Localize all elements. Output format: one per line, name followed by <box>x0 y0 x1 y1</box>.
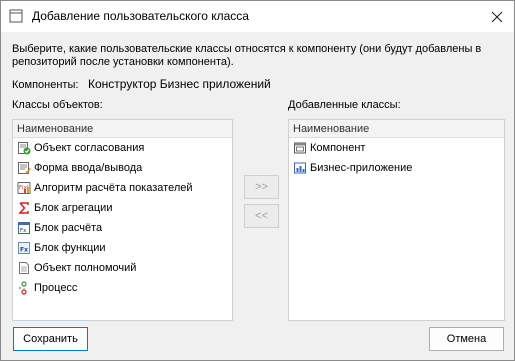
list-item-business-app[interactable]: Бизнес-приложение <box>289 158 504 178</box>
dialog-window: Добавление пользовательского класса Выбе… <box>0 0 515 361</box>
list-item-approval-object[interactable]: Объект согласования <box>13 138 232 158</box>
function-block-icon: Fx <box>17 241 31 255</box>
process-icon <box>17 281 31 295</box>
cancel-button[interactable]: Отмена <box>429 327 504 351</box>
list-item-calc-block[interactable]: Fx Блок расчёта <box>13 218 232 238</box>
list-item-label: Объект согласования <box>34 142 145 154</box>
list-item-aggregation-block[interactable]: Блок агрегации <box>13 198 232 218</box>
window-title: Добавление пользовательского класса <box>32 9 249 23</box>
list-item-label: Блок функции <box>34 242 106 254</box>
add-button[interactable]: >> <box>244 175 279 199</box>
business-app-icon <box>293 161 307 175</box>
remove-button[interactable]: << <box>244 204 279 228</box>
list-item-label: Объект полномочий <box>34 262 137 274</box>
list-item-label: Процесс <box>34 282 78 294</box>
list-item-component[interactable]: Компонент <box>289 138 504 158</box>
sigma-icon <box>17 201 31 215</box>
svg-text:Fx: Fx <box>20 247 28 254</box>
list-item-label: Блок агрегации <box>34 202 113 214</box>
list-header-name[interactable]: Наименование <box>13 120 232 138</box>
calc-algorithm-icon: F(x) <box>17 181 31 195</box>
close-button[interactable] <box>480 1 514 32</box>
document-icon <box>17 261 31 275</box>
object-classes-list[interactable]: Наименование Объект согласования Форма в… <box>12 119 233 321</box>
list-item-calc-algorithm[interactable]: F(x) Алгоритм расчёта показателей <box>13 178 232 198</box>
list-header-name[interactable]: Наименование <box>289 120 504 138</box>
added-classes-caption: Добавленные классы: <box>288 99 401 111</box>
title-bar: Добавление пользовательского класса <box>1 1 514 32</box>
list-item-label: Форма ввода/вывода <box>34 162 143 174</box>
list-item-label: Блок расчёта <box>34 222 103 234</box>
close-icon <box>491 11 503 22</box>
description-text: Выберите, какие пользовательские классы … <box>12 43 482 68</box>
list-item-process[interactable]: Процесс <box>13 278 232 298</box>
save-button[interactable]: Сохранить <box>13 327 88 351</box>
component-row: Компоненты: Конструктор Бизнес приложени… <box>12 77 271 91</box>
component-icon <box>293 141 307 155</box>
component-label: Компоненты: <box>12 79 79 91</box>
list-item-function-block[interactable]: Fx Блок функции <box>13 238 232 258</box>
list-item-authority-object[interactable]: Объект полномочий <box>13 258 232 278</box>
added-classes-list[interactable]: Наименование Компонент Бизнес-приложение <box>288 119 505 321</box>
io-form-icon <box>17 161 31 175</box>
list-item-label: Компонент <box>310 142 366 154</box>
object-classes-caption: Классы объектов: <box>12 99 103 111</box>
calc-block-icon: Fx <box>17 221 31 235</box>
svg-text:Fx: Fx <box>20 228 27 234</box>
list-item-label: Алгоритм расчёта показателей <box>34 182 193 194</box>
component-value: Конструктор Бизнес приложений <box>88 77 271 91</box>
dialog-icon <box>9 9 23 23</box>
list-item-io-form[interactable]: Форма ввода/вывода <box>13 158 232 178</box>
list-item-label: Бизнес-приложение <box>310 162 413 174</box>
approval-object-icon <box>17 141 31 155</box>
